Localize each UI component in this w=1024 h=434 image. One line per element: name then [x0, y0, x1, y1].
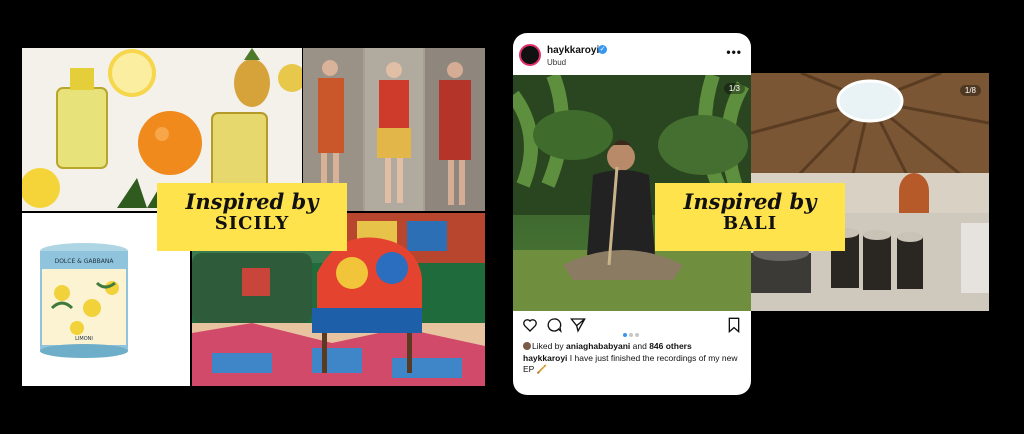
heart-icon[interactable]	[522, 317, 538, 333]
caption-username[interactable]: haykkaroyi	[523, 353, 567, 363]
more-options-icon[interactable]: •••	[726, 45, 742, 59]
photo-counter: 1/3	[723, 83, 745, 94]
candle-brand-text: DOLCE & GABBANA	[55, 258, 115, 265]
sicily-banner-line2: SICILY	[214, 213, 290, 235]
likes-count[interactable]: 846 others	[649, 341, 692, 351]
avatar[interactable]	[519, 44, 541, 66]
liked-by-prefix: Liked by	[532, 341, 567, 351]
post-header: haykkaroyi ✓ Ubud •••	[513, 33, 751, 73]
candle-label-text: LIMONI	[75, 336, 93, 342]
carousel-dot	[623, 333, 627, 337]
username[interactable]: haykkaroyi	[547, 45, 599, 56]
sicily-banner-line1: Inspired by	[185, 189, 319, 214]
sicily-banner: Inspired by SICILY	[157, 183, 347, 251]
verified-badge-icon: ✓	[598, 45, 607, 54]
bali-banner-line2: BALI	[722, 213, 778, 235]
bookmark-icon[interactable]	[727, 317, 741, 333]
photo-counter: 1/8	[959, 85, 981, 96]
comment-icon[interactable]	[546, 317, 562, 333]
likes-line: Liked by aniaghababyani and 846 others	[523, 341, 692, 351]
post-actions	[513, 315, 751, 337]
bali-banner-line1: Inspired by	[683, 189, 817, 214]
liker-avatar	[523, 342, 531, 350]
carousel-dot	[635, 333, 639, 337]
liked-by-user[interactable]: aniaghababyani	[566, 341, 630, 351]
carousel-dots	[623, 324, 641, 342]
carousel-dot	[629, 333, 633, 337]
bali-banner: Inspired by BALI	[655, 183, 845, 251]
share-icon[interactable]	[570, 317, 586, 333]
post-caption: haykkaroyi I have just finished the reco…	[523, 353, 743, 376]
location[interactable]: Ubud	[547, 58, 566, 67]
liked-by-and: and	[630, 341, 650, 351]
